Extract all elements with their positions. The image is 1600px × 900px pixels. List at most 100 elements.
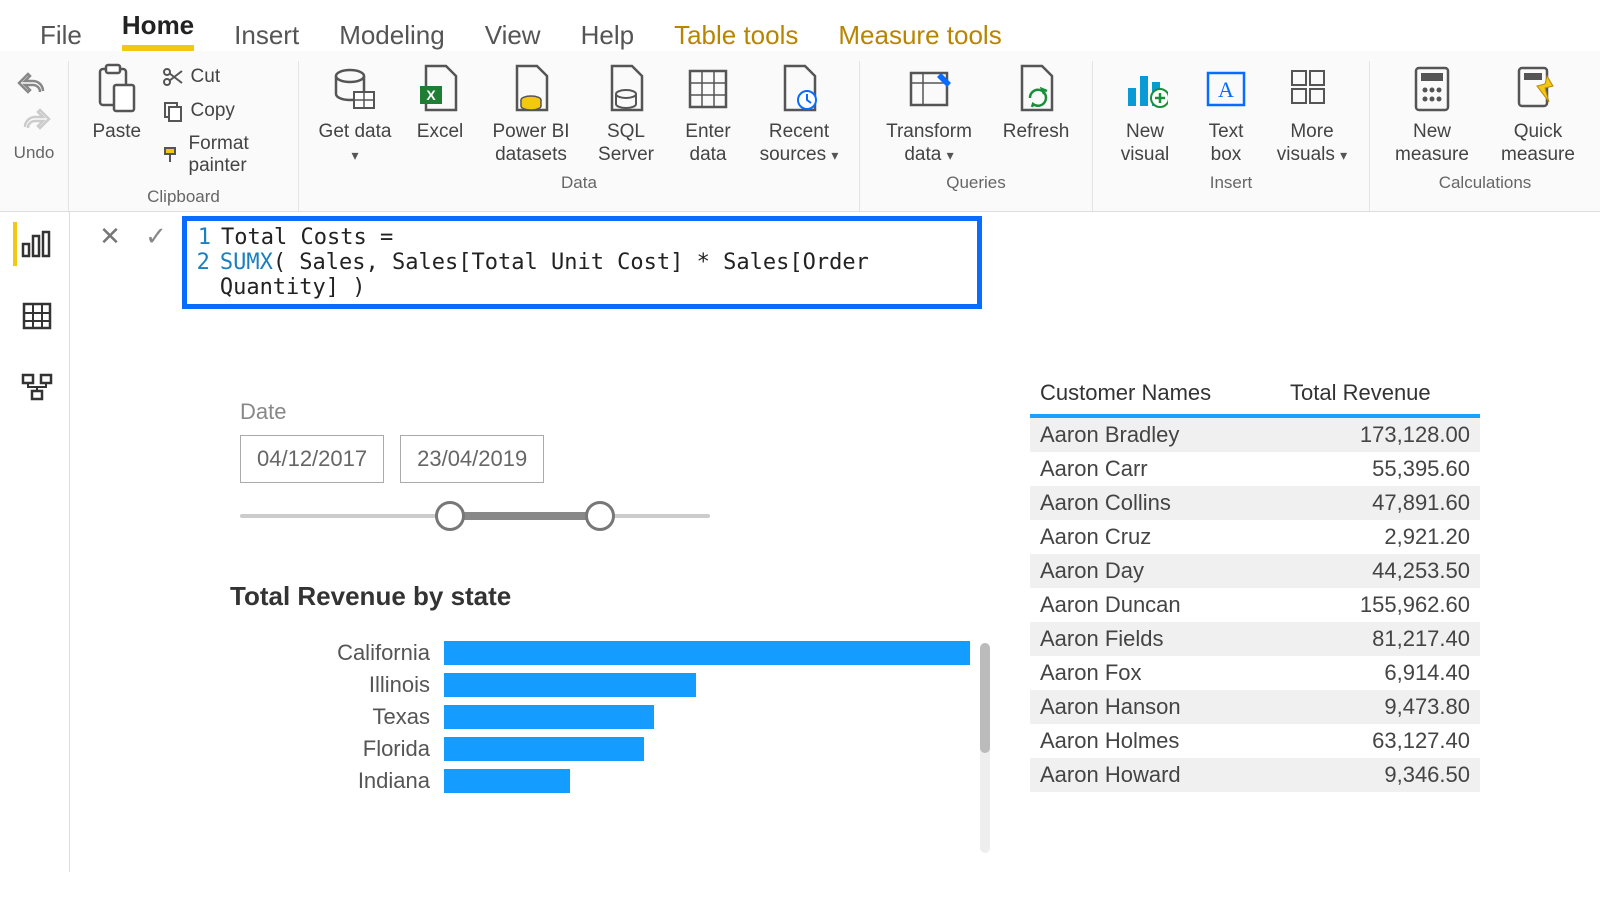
slider-thumb-right[interactable] xyxy=(585,501,615,531)
chevron-down-icon: ▾ xyxy=(831,147,838,163)
bar-label: Texas xyxy=(230,704,430,730)
menu-home[interactable]: Home xyxy=(122,10,194,51)
data-group-label: Data xyxy=(561,167,597,193)
table-row[interactable]: Aaron Collins47,891.60 xyxy=(1030,486,1480,520)
menu-insert[interactable]: Insert xyxy=(234,20,299,51)
bar-row: Florida xyxy=(230,736,970,762)
new-measure-button[interactable]: New measure xyxy=(1384,61,1480,167)
cell-revenue: 9,346.50 xyxy=(1290,762,1470,788)
date-from-input[interactable]: 04/12/2017 xyxy=(240,435,384,483)
excel-icon: X xyxy=(412,61,468,117)
table-header-revenue[interactable]: Total Revenue xyxy=(1290,380,1470,406)
more-visuals-icon xyxy=(1284,61,1340,117)
cell-revenue: 47,891.60 xyxy=(1290,490,1470,516)
bar-label: Indiana xyxy=(230,768,430,794)
cell-revenue: 81,217.40 xyxy=(1290,626,1470,652)
cut-button[interactable]: Cut xyxy=(161,65,284,89)
table-row[interactable]: Aaron Cruz2,921.20 xyxy=(1030,520,1480,554)
text-box-icon: A xyxy=(1198,61,1254,117)
chart-scrollbar[interactable] xyxy=(980,643,990,853)
cell-customer: Aaron Fields xyxy=(1040,626,1290,652)
formula-cancel-button[interactable]: ✕ xyxy=(90,216,130,256)
more-visuals-button[interactable]: More visuals ▾ xyxy=(1269,61,1355,167)
svg-text:A: A xyxy=(1218,77,1234,102)
menu-view[interactable]: View xyxy=(485,20,541,51)
table-row[interactable]: Aaron Bradley173,128.00 xyxy=(1030,418,1480,452)
check-icon: ✓ xyxy=(145,221,167,252)
chart-title: Total Revenue by state xyxy=(230,581,970,612)
table-row[interactable]: Aaron Fields81,217.40 xyxy=(1030,622,1480,656)
table-row[interactable]: Aaron Hanson9,473.80 xyxy=(1030,690,1480,724)
refresh-button[interactable]: Refresh xyxy=(994,61,1078,144)
cell-customer: Aaron Fox xyxy=(1040,660,1290,686)
date-slider[interactable] xyxy=(240,501,710,531)
cell-revenue: 2,921.20 xyxy=(1290,524,1470,550)
redo-icon[interactable] xyxy=(17,105,51,133)
formula-line-2: SUMX( Sales, Sales[Total Unit Cost] * Sa… xyxy=(220,250,969,300)
undo-icon[interactable] xyxy=(17,69,51,97)
cell-customer: Aaron Hanson xyxy=(1040,694,1290,720)
sql-icon xyxy=(598,61,654,117)
enter-data-button[interactable]: Enter data xyxy=(673,61,743,167)
calculator-icon xyxy=(1404,61,1460,117)
table-row[interactable]: Aaron Howard9,346.50 xyxy=(1030,758,1480,792)
transform-data-button[interactable]: Transform data ▾ xyxy=(874,61,984,167)
bar-row: Illinois xyxy=(230,672,970,698)
recent-sources-button[interactable]: Recent sources ▾ xyxy=(753,61,845,167)
bar-fill xyxy=(444,673,696,697)
menu-modeling[interactable]: Modeling xyxy=(339,20,445,51)
table-row[interactable]: Aaron Day44,253.50 xyxy=(1030,554,1480,588)
revenue-by-state-chart[interactable]: Total Revenue by state California Illino… xyxy=(230,581,970,794)
table-row[interactable]: Aaron Duncan155,962.60 xyxy=(1030,588,1480,622)
formula-commit-button[interactable]: ✓ xyxy=(136,216,176,256)
cell-customer: Aaron Holmes xyxy=(1040,728,1290,754)
excel-label: Excel xyxy=(417,121,463,144)
quick-measure-button[interactable]: Quick measure xyxy=(1490,61,1586,167)
cell-customer: Aaron Bradley xyxy=(1040,422,1290,448)
cell-revenue: 44,253.50 xyxy=(1290,558,1470,584)
transform-data-icon xyxy=(901,61,957,117)
menu-table-tools[interactable]: Table tools xyxy=(674,20,798,51)
table-row[interactable]: Aaron Carr55,395.60 xyxy=(1030,452,1480,486)
copy-button[interactable]: Copy xyxy=(161,99,284,123)
new-visual-button[interactable]: New visual xyxy=(1107,61,1183,167)
calculations-group-label: Calculations xyxy=(1439,167,1532,193)
excel-button[interactable]: X Excel xyxy=(407,61,473,144)
format-painter-button[interactable]: Format painter xyxy=(161,133,284,177)
undo-group-label: Undo xyxy=(14,143,55,163)
date-to-input[interactable]: 23/04/2019 xyxy=(400,435,544,483)
new-visual-label: New visual xyxy=(1107,121,1183,167)
transform-data-label: Transform data xyxy=(886,121,972,165)
cell-revenue: 173,128.00 xyxy=(1290,422,1470,448)
menu-measure-tools[interactable]: Measure tools xyxy=(838,20,1001,51)
scrollbar-thumb[interactable] xyxy=(980,643,990,753)
report-icon xyxy=(21,230,53,258)
paste-label: Paste xyxy=(92,121,141,144)
get-data-button[interactable]: Get data ▾ xyxy=(313,61,397,167)
bar-row: California xyxy=(230,640,970,666)
pbi-datasets-button[interactable]: Power BI datasets xyxy=(483,61,579,167)
table-row[interactable]: Aaron Holmes63,127.40 xyxy=(1030,724,1480,758)
bar-fill xyxy=(444,737,644,761)
bar-fill xyxy=(444,769,570,793)
quick-measure-icon xyxy=(1510,61,1566,117)
enter-data-icon xyxy=(680,61,736,117)
menu-help[interactable]: Help xyxy=(581,20,634,51)
chevron-down-icon: ▾ xyxy=(351,147,358,163)
sql-server-button[interactable]: SQL Server xyxy=(589,61,663,167)
cell-customer: Aaron Howard xyxy=(1040,762,1290,788)
slider-thumb-left[interactable] xyxy=(435,501,465,531)
nav-data-view[interactable] xyxy=(13,294,57,338)
insert-group-label: Insert xyxy=(1210,167,1253,193)
formula-editor[interactable]: 1 Total Costs = 2 SUMX( Sales, Sales[Tot… xyxy=(182,216,982,309)
cell-customer: Aaron Duncan xyxy=(1040,592,1290,618)
customer-revenue-table[interactable]: Customer Names Total Revenue Aaron Bradl… xyxy=(1030,372,1480,792)
table-row[interactable]: Aaron Fox6,914.40 xyxy=(1030,656,1480,690)
queries-group-label: Queries xyxy=(946,167,1006,193)
table-header-customer[interactable]: Customer Names xyxy=(1040,380,1290,406)
paste-button[interactable]: Paste xyxy=(83,61,151,144)
nav-report-view[interactable] xyxy=(13,222,57,266)
menu-file[interactable]: File xyxy=(40,20,82,51)
nav-model-view[interactable] xyxy=(13,366,57,410)
text-box-button[interactable]: A Text box xyxy=(1193,61,1259,167)
